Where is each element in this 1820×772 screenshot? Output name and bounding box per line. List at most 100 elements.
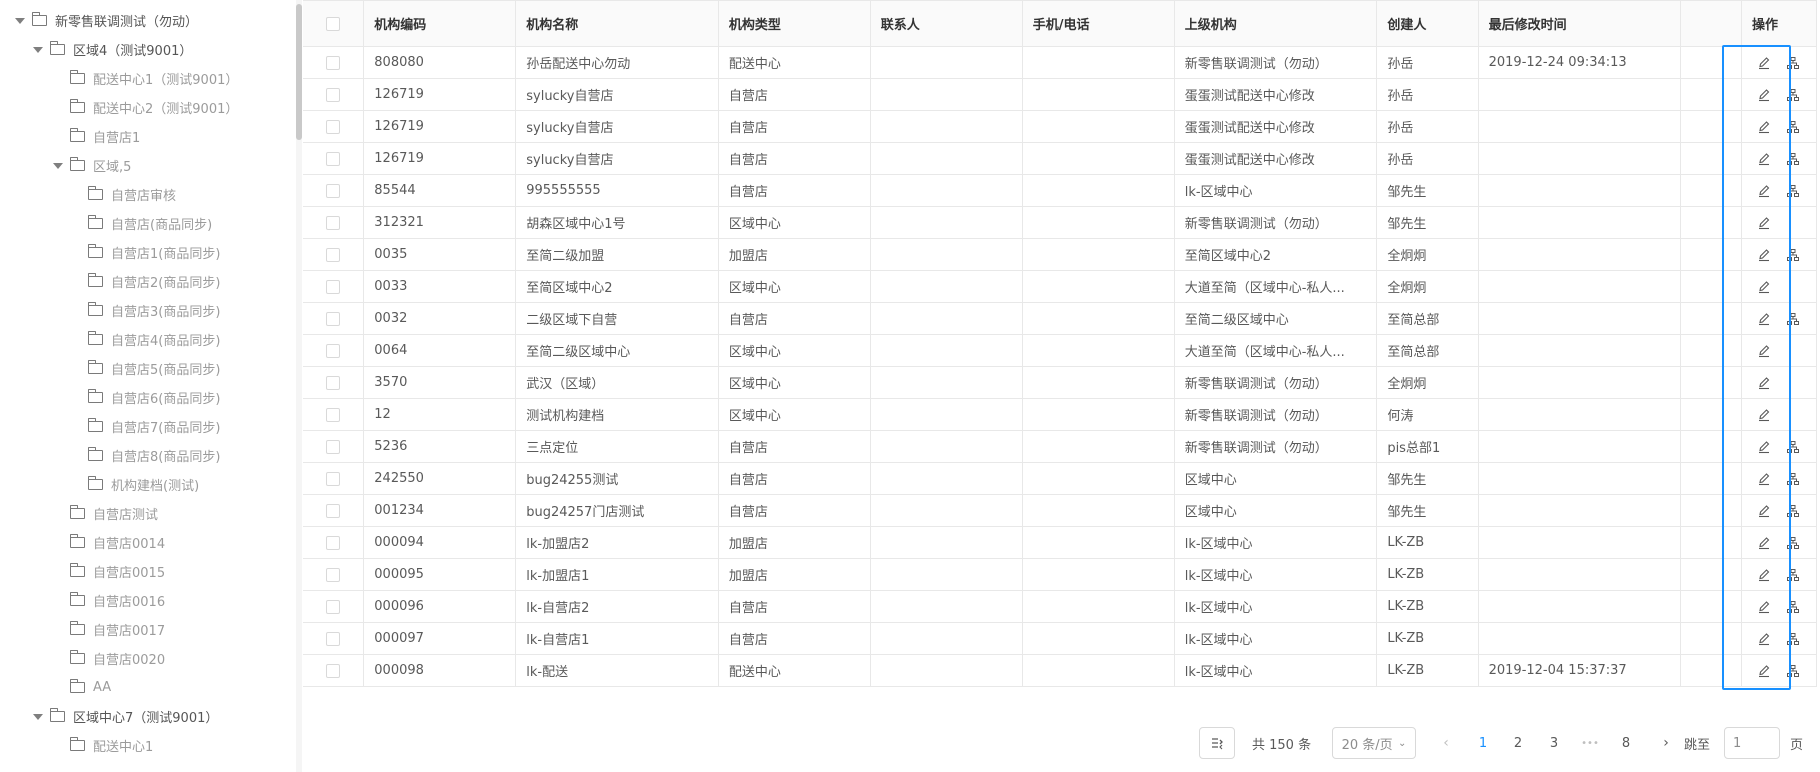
table-row[interactable]: 5236 三点定位 自营店 新零售联调测试（勿动） pis总部1 [303, 430, 1817, 463]
row-checkbox[interactable] [326, 535, 341, 550]
row-checkbox-cell[interactable] [303, 78, 365, 111]
org-structure-icon[interactable] [1785, 55, 1801, 71]
tree-node[interactable]: AA [50, 673, 111, 702]
row-checkbox-cell[interactable] [303, 46, 365, 79]
tree-node[interactable]: 自营店0020 [50, 644, 165, 673]
tree-node[interactable]: 自营店4(商品同步) [68, 325, 220, 354]
edit-icon[interactable] [1756, 151, 1772, 167]
edit-icon[interactable] [1756, 343, 1772, 359]
tree-node[interactable]: 配送中心2（测试9001） [50, 93, 238, 122]
edit-icon[interactable] [1756, 599, 1772, 615]
tree-node[interactable]: 自营店0015 [50, 557, 165, 586]
table-row[interactable]: 000097 lk-自营店1 自营店 lk-区域中心 LK-ZB [303, 622, 1817, 655]
edit-icon[interactable] [1756, 631, 1772, 647]
table-row[interactable]: 312321 胡森区域中心1号 区域中心 新零售联调测试（勿动） 邹先生 [303, 206, 1817, 239]
org-structure-icon[interactable] [1785, 247, 1801, 263]
org-structure-icon[interactable] [1785, 311, 1801, 327]
org-structure-icon[interactable] [1785, 471, 1801, 487]
tree-node[interactable]: 自营店5(商品同步) [68, 354, 220, 383]
tree-node[interactable]: 自营店(商品同步) [68, 209, 212, 238]
edit-icon[interactable] [1756, 407, 1772, 423]
row-checkbox-cell[interactable] [303, 590, 365, 623]
edit-icon[interactable] [1756, 567, 1772, 583]
tree-node[interactable]: 配送中心1（测试9001） [50, 64, 238, 93]
row-checkbox-cell[interactable] [303, 654, 365, 687]
row-checkbox-cell[interactable] [303, 174, 365, 207]
row-checkbox[interactable] [326, 247, 341, 262]
table-row[interactable]: 0035 至简二级加盟 加盟店 至简区域中心2 全炯炯 [303, 238, 1817, 271]
row-checkbox-cell[interactable] [303, 302, 365, 335]
row-checkbox-cell[interactable] [303, 430, 365, 463]
tree-node[interactable]: 自营店8(商品同步) [68, 441, 220, 470]
table-row[interactable]: 000094 lk-加盟店2 加盟店 lk-区域中心 LK-ZB [303, 526, 1817, 559]
edit-icon[interactable] [1756, 471, 1772, 487]
row-checkbox[interactable] [326, 279, 341, 294]
edit-icon[interactable] [1756, 215, 1772, 231]
org-structure-icon[interactable] [1785, 503, 1801, 519]
row-checkbox-cell[interactable] [303, 494, 365, 527]
tree-node[interactable]: 自营店7(商品同步) [68, 412, 220, 441]
table-row[interactable]: 0064 至简二级区域中心 区域中心 大道至简（区域中心-私人... 至简总部 [303, 334, 1817, 367]
table-row[interactable]: 0032 二级区域下自营 自营店 至简二级区域中心 至简总部 [303, 302, 1817, 335]
row-checkbox[interactable] [326, 631, 341, 646]
caret-down-icon[interactable] [50, 158, 66, 174]
tree-node[interactable]: 新零售联调测试（勿动） [12, 6, 198, 35]
caret-down-icon[interactable] [12, 13, 28, 29]
table-row[interactable]: 001234 bug24257门店测试 自营店 区域中心 邹先生 [303, 494, 1817, 527]
org-structure-icon[interactable] [1785, 119, 1801, 135]
row-checkbox[interactable] [326, 215, 341, 230]
tree-node[interactable]: 自营店3(商品同步) [68, 296, 220, 325]
row-checkbox[interactable] [326, 151, 341, 166]
page-1[interactable]: 1 [1468, 727, 1498, 759]
row-checkbox-cell[interactable] [303, 526, 365, 559]
tree-node[interactable]: 自营店0014 [50, 528, 165, 557]
row-checkbox[interactable] [326, 439, 341, 454]
org-structure-icon[interactable] [1785, 151, 1801, 167]
row-checkbox[interactable] [326, 471, 341, 486]
row-checkbox[interactable] [326, 119, 341, 134]
table-row[interactable]: 126719 sylucky自营店 自营店 蛋蛋测试配送中心修改 孙岳 [303, 78, 1817, 111]
edit-icon[interactable] [1756, 439, 1772, 455]
row-checkbox-cell[interactable] [303, 558, 365, 591]
table-row[interactable]: 000098 lk-配送 配送中心 lk-区域中心 LK-ZB 2019-12-04 15… [303, 654, 1817, 687]
caret-down-icon[interactable] [30, 709, 46, 725]
org-structure-icon[interactable] [1785, 567, 1801, 583]
select-all-checkbox-cell[interactable] [303, 0, 365, 47]
tree-node[interactable]: 自营店审核 [68, 180, 176, 209]
jump-page-input[interactable] [1724, 727, 1780, 759]
row-checkbox-cell[interactable] [303, 398, 365, 431]
row-checkbox-cell[interactable] [303, 462, 365, 495]
tree-node[interactable]: 自营店0016 [50, 586, 165, 615]
tree-node[interactable]: 自营店1(商品同步) [68, 238, 220, 267]
tree-node[interactable]: 区域4（测试9001） [30, 35, 192, 64]
org-structure-icon[interactable] [1785, 87, 1801, 103]
next-page-icon[interactable]: › [1654, 727, 1678, 759]
table-row[interactable]: 000096 lk-自营店2 自营店 lk-区域中心 LK-ZB [303, 590, 1817, 623]
edit-icon[interactable] [1756, 535, 1772, 551]
row-checkbox-cell[interactable] [303, 110, 365, 143]
row-checkbox-cell[interactable] [303, 366, 365, 399]
table-row[interactable]: 12 测试机构建档 区域中心 新零售联调测试（勿动） 何涛 [303, 398, 1817, 431]
org-structure-icon[interactable] [1785, 535, 1801, 551]
row-checkbox[interactable] [326, 87, 341, 102]
row-checkbox-cell[interactable] [303, 334, 365, 367]
org-structure-icon[interactable] [1785, 439, 1801, 455]
org-structure-icon[interactable] [1785, 663, 1801, 679]
page-ellipsis[interactable]: ••• [1575, 727, 1605, 759]
row-checkbox[interactable] [326, 375, 341, 390]
row-checkbox-cell[interactable] [303, 142, 365, 175]
prev-page-icon[interactable]: ‹ [1434, 727, 1458, 759]
table-row[interactable]: 808080 孙岳配送中心勿动 配送中心 新零售联调测试（勿动） 孙岳 2019-12-2… [303, 46, 1817, 79]
tree-node[interactable]: 区域,5 [50, 151, 131, 180]
row-checkbox[interactable] [326, 663, 341, 678]
edit-icon[interactable] [1756, 119, 1772, 135]
page-3[interactable]: 3 [1539, 727, 1569, 759]
table-row[interactable]: 126719 sylucky自营店 自营店 蛋蛋测试配送中心修改 孙岳 [303, 110, 1817, 143]
tree-scrollbar-thumb[interactable] [296, 4, 302, 140]
row-checkbox[interactable] [326, 503, 341, 518]
row-checkbox[interactable] [326, 311, 341, 326]
tree-node[interactable]: 自营店6(商品同步) [68, 383, 220, 412]
page-size-select[interactable]: 20 条/页 ⌄ [1332, 727, 1416, 759]
edit-icon[interactable] [1756, 503, 1772, 519]
tree-node[interactable]: 自营店1 [50, 122, 140, 151]
